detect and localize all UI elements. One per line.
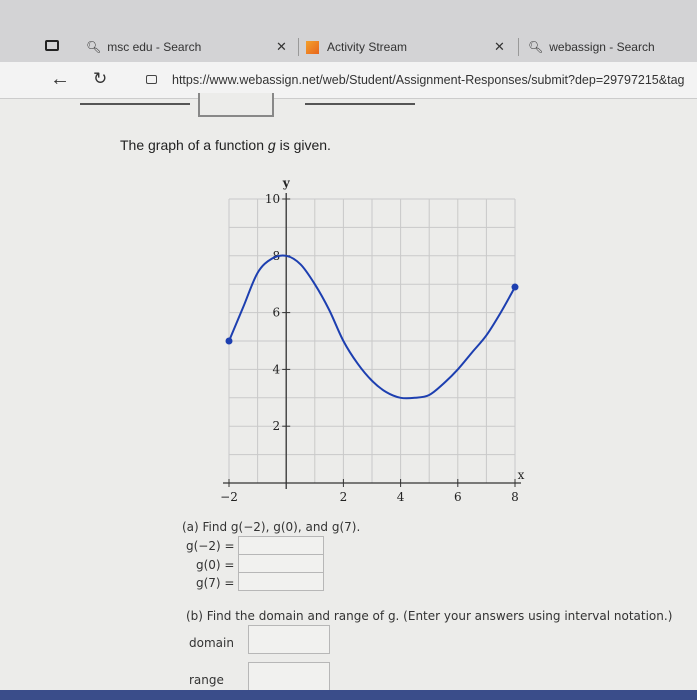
function-name: g xyxy=(267,137,276,153)
back-icon[interactable]: ← xyxy=(50,68,70,91)
bottom-strip xyxy=(0,690,697,700)
x-axis-label: x xyxy=(518,468,525,482)
y-tick-label: 6 xyxy=(273,306,281,320)
y-tick-label: 2 xyxy=(273,419,281,433)
close-icon[interactable]: ✕ xyxy=(494,39,505,55)
tab-label: msc edu - Search xyxy=(107,40,202,54)
lock-icon xyxy=(146,75,157,84)
g-0-label: g(0) = xyxy=(196,558,235,572)
activity-stream-icon xyxy=(306,40,319,54)
x-tick-label: −2 xyxy=(220,490,238,504)
x-tick-label: 4 xyxy=(397,490,405,504)
search-icon: 🔍︎ xyxy=(528,40,544,54)
tab-separator xyxy=(518,38,519,56)
g-0-input[interactable] xyxy=(238,554,324,573)
assignment-content: The graph of a function g is given. 2 4 6 8… xyxy=(0,93,697,700)
tab-overview-icon[interactable] xyxy=(45,40,59,51)
y-tick-label: 10 xyxy=(265,192,280,206)
range-input[interactable] xyxy=(248,662,330,691)
points-header-remnant xyxy=(80,99,190,105)
problem-intro: The graph of a function g is given. xyxy=(120,137,331,153)
domain-label: domain xyxy=(189,636,234,650)
header-remnant xyxy=(305,99,415,105)
y-tick-label: 4 xyxy=(273,362,281,376)
endpoint-dot xyxy=(511,283,519,291)
g-neg2-input[interactable] xyxy=(238,536,324,555)
tab-msc-edu-search[interactable]: 🔍︎ msc edu - Search ✕ xyxy=(86,36,291,58)
x-tick-label: 2 xyxy=(340,490,348,504)
tab-label: Activity Stream xyxy=(327,40,408,54)
grid xyxy=(228,198,516,484)
g-neg2-label: g(−2) = xyxy=(186,539,235,553)
y-axis-label: y xyxy=(282,176,291,190)
browser-tab-bar: 🔍︎ msc edu - Search ✕ Activity Stream ✕ … xyxy=(0,0,697,62)
refresh-icon[interactable]: ↻ xyxy=(93,69,107,89)
g-7-input[interactable] xyxy=(238,572,324,591)
tab-label: webassign - Search xyxy=(549,40,655,54)
function-graph: 246810−2 2 4 6 8yx xyxy=(220,176,525,504)
part-b-prompt: (b) Find the domain and range of g. (Ent… xyxy=(186,609,673,623)
range-label: range xyxy=(189,673,224,687)
details-button[interactable] xyxy=(198,93,274,117)
part-a-prompt: (a) Find g(−2), g(0), and g(7). xyxy=(182,520,361,534)
close-icon[interactable]: ✕ xyxy=(276,39,287,55)
url-field[interactable]: https://www.webassign.net/web/Student/As… xyxy=(172,73,684,87)
search-icon: 🔍︎ xyxy=(86,40,102,54)
x-tick-label: 8 xyxy=(511,490,519,504)
tab-separator xyxy=(298,38,299,56)
g-7-label: g(7) = xyxy=(196,576,235,590)
x-tick-label: 6 xyxy=(454,490,462,504)
tab-activity-stream[interactable]: Activity Stream ✕ xyxy=(306,36,511,58)
endpoint-dot xyxy=(225,337,233,345)
domain-input[interactable] xyxy=(248,625,330,654)
address-bar: ← ↻ https://www.webassign.net/web/Studen… xyxy=(0,62,697,99)
tab-webassign-search[interactable]: 🔍︎ webassign - Search xyxy=(528,36,697,58)
